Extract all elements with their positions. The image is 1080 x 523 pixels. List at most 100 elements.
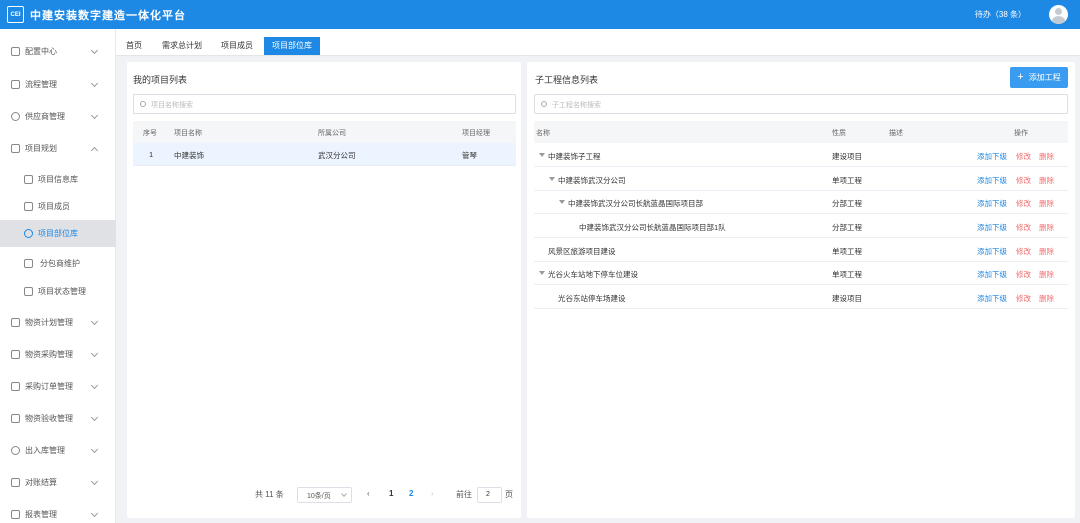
delete-link[interactable]: 删除 <box>1039 175 1054 186</box>
status-icon <box>24 287 33 296</box>
sidebar-item-label: 物资采购管理 <box>25 350 73 359</box>
sidebar-item-label: 项目状态管理 <box>38 287 86 296</box>
report-icon <box>11 510 20 519</box>
sidebar-item-material-plan[interactable]: 物资计划管理 <box>0 307 116 338</box>
sidebar-item-project-members[interactable]: 项目成员 <box>0 191 116 222</box>
sidebar-item-material-acceptance[interactable]: 物资验收管理 <box>0 403 116 434</box>
sidebar-item-inventory[interactable]: 出入库管理 <box>0 435 116 466</box>
next-page-button[interactable]: › <box>431 489 434 498</box>
column-header: 项目经理 <box>462 130 490 137</box>
delete-link[interactable]: 删除 <box>1039 269 1054 280</box>
supplier-icon <box>11 112 20 121</box>
sidebar-item-label: 报表管理 <box>25 510 57 519</box>
sidebar-item-project-planning[interactable]: 项目规划 <box>0 133 116 164</box>
chevron-up-icon <box>90 146 99 155</box>
tree-row[interactable]: 风景区旅游项目建设 单项工程 添加下级 修改 删除 <box>534 239 1068 262</box>
sidebar-item-label: 物资验收管理 <box>25 414 73 423</box>
caret-down-icon[interactable] <box>539 153 545 157</box>
sidebar-item-process[interactable]: 流程管理 <box>0 69 116 100</box>
tree-row[interactable]: 中建装饰武汉分公司长航蓝晶国际项目部 分部工程 添加下级 修改 删除 <box>534 191 1068 214</box>
page-size-select[interactable]: 10条/页 <box>297 487 352 503</box>
edit-link[interactable]: 修改 <box>1016 175 1031 186</box>
sidebar-item-config-center[interactable]: 配置中心 <box>0 36 116 67</box>
edit-link[interactable]: 修改 <box>1016 222 1031 233</box>
sidebar-item-label: 物资计划管理 <box>25 318 73 327</box>
sidebar-item-label: 对账结算 <box>25 478 57 487</box>
sub-project-name: 中建装饰子工程 <box>548 152 601 161</box>
user-avatar[interactable] <box>1049 5 1068 24</box>
project-search-input[interactable]: 项目名称搜索 <box>133 94 516 114</box>
chevron-down-icon <box>90 111 99 120</box>
edit-link[interactable]: 修改 <box>1016 269 1031 280</box>
sidebar: 配置中心 流程管理 供应商管理 项目规划 项目信息库 项目成员 项目部位库 分包… <box>0 29 116 523</box>
add-child-link[interactable]: 添加下级 <box>977 198 1007 209</box>
sidebar-item-label: 流程管理 <box>25 80 57 89</box>
caret-down-icon[interactable] <box>549 177 555 181</box>
sidebar-item-material-purchase[interactable]: 物资采购管理 <box>0 339 116 370</box>
members-icon <box>24 202 33 211</box>
sidebar-item-settlement[interactable]: 对账结算 <box>0 467 116 498</box>
page-2-button[interactable]: 2 <box>409 489 413 498</box>
page-tabs: 首页 需求总计划 项目成员 项目部位库 <box>116 29 1080 56</box>
delete-link[interactable]: 删除 <box>1039 246 1054 257</box>
plan-icon <box>11 318 20 327</box>
add-child-link[interactable]: 添加下级 <box>977 222 1007 233</box>
tree-row[interactable]: 中建装饰武汉分公司 单项工程 添加下级 修改 删除 <box>534 168 1068 191</box>
caret-down-icon[interactable] <box>539 271 545 275</box>
tab-project-members[interactable]: 项目成员 <box>213 37 261 55</box>
sidebar-item-supplier[interactable]: 供应商管理 <box>0 101 116 132</box>
delete-link[interactable]: 删除 <box>1039 198 1054 209</box>
caret-down-icon[interactable] <box>559 200 565 204</box>
tab-demand-plan[interactable]: 需求总计划 <box>154 37 210 55</box>
edit-link[interactable]: 修改 <box>1016 246 1031 257</box>
sub-project-name: 光谷东站停车场建设 <box>558 294 626 303</box>
list-icon <box>11 80 20 89</box>
edit-link[interactable]: 修改 <box>1016 293 1031 304</box>
settlement-icon <box>11 478 20 487</box>
prev-page-button[interactable]: ‹ <box>367 489 370 498</box>
tree-row[interactable]: 中建装饰武汉分公司长航蓝晶国际项目部1队 分部工程 添加下级 修改 删除 <box>534 215 1068 238</box>
delete-link[interactable]: 删除 <box>1039 222 1054 233</box>
tab-home[interactable]: 首页 <box>118 37 150 55</box>
tab-project-parts[interactable]: 项目部位库 <box>264 37 320 55</box>
column-header: 名称 <box>536 130 550 137</box>
edit-link[interactable]: 修改 <box>1016 151 1031 162</box>
sub-project-search-input[interactable]: 子工程名称搜索 <box>534 94 1068 114</box>
layers-icon <box>24 175 33 184</box>
column-header: 性质 <box>832 130 846 137</box>
goto-page-input[interactable]: 2 <box>477 487 502 503</box>
purchase-icon <box>11 350 20 359</box>
sidebar-item-reports[interactable]: 报表管理 <box>0 499 116 523</box>
table-row[interactable]: 1 中建装饰 武汉分公司 管琴 <box>133 143 516 166</box>
document-icon <box>11 144 20 153</box>
add-child-link[interactable]: 添加下级 <box>977 151 1007 162</box>
add-child-link[interactable]: 添加下级 <box>977 175 1007 186</box>
sidebar-item-purchase-order[interactable]: 采购订单管理 <box>0 371 116 402</box>
sidebar-item-subcontractor[interactable]: 分包商维护 <box>0 248 116 279</box>
page-1-button[interactable]: 1 <box>389 489 393 498</box>
add-child-link[interactable]: 添加下级 <box>977 269 1007 280</box>
sidebar-item-project-parts[interactable]: 项目部位库 <box>0 220 116 247</box>
column-header: 操作 <box>1014 130 1028 137</box>
add-child-link[interactable]: 添加下级 <box>977 293 1007 304</box>
search-icon <box>541 101 547 107</box>
tree-row[interactable]: 中建装饰子工程 建设项目 添加下级 修改 删除 <box>534 144 1068 167</box>
sub-project-name: 中建装饰武汉分公司 <box>558 176 626 185</box>
delete-link[interactable]: 删除 <box>1039 293 1054 304</box>
pagination-total: 共 11 条 <box>255 490 284 499</box>
edit-link[interactable]: 修改 <box>1016 198 1031 209</box>
sidebar-item-label: 出入库管理 <box>25 446 65 455</box>
search-icon <box>140 101 146 107</box>
warehouse-icon <box>11 446 20 455</box>
delete-link[interactable]: 删除 <box>1039 151 1054 162</box>
add-child-link[interactable]: 添加下级 <box>977 246 1007 257</box>
sidebar-item-label: 项目成员 <box>38 202 70 211</box>
sidebar-item-project-status[interactable]: 项目状态管理 <box>0 276 116 307</box>
sub-project-type: 单项工程 <box>832 176 862 185</box>
add-project-button[interactable]: + 添加工程 <box>1010 67 1068 88</box>
tree-row[interactable]: 光谷东站停车场建设 建设项目 添加下级 修改 删除 <box>534 286 1068 309</box>
goto-page-value: 2 <box>486 491 490 498</box>
search-placeholder: 项目名称搜索 <box>151 102 193 109</box>
tree-row[interactable]: 光谷火车站地下停车位建设 单项工程 添加下级 修改 删除 <box>534 262 1068 285</box>
todo-link[interactable]: 待办（38 条） <box>975 9 1026 20</box>
